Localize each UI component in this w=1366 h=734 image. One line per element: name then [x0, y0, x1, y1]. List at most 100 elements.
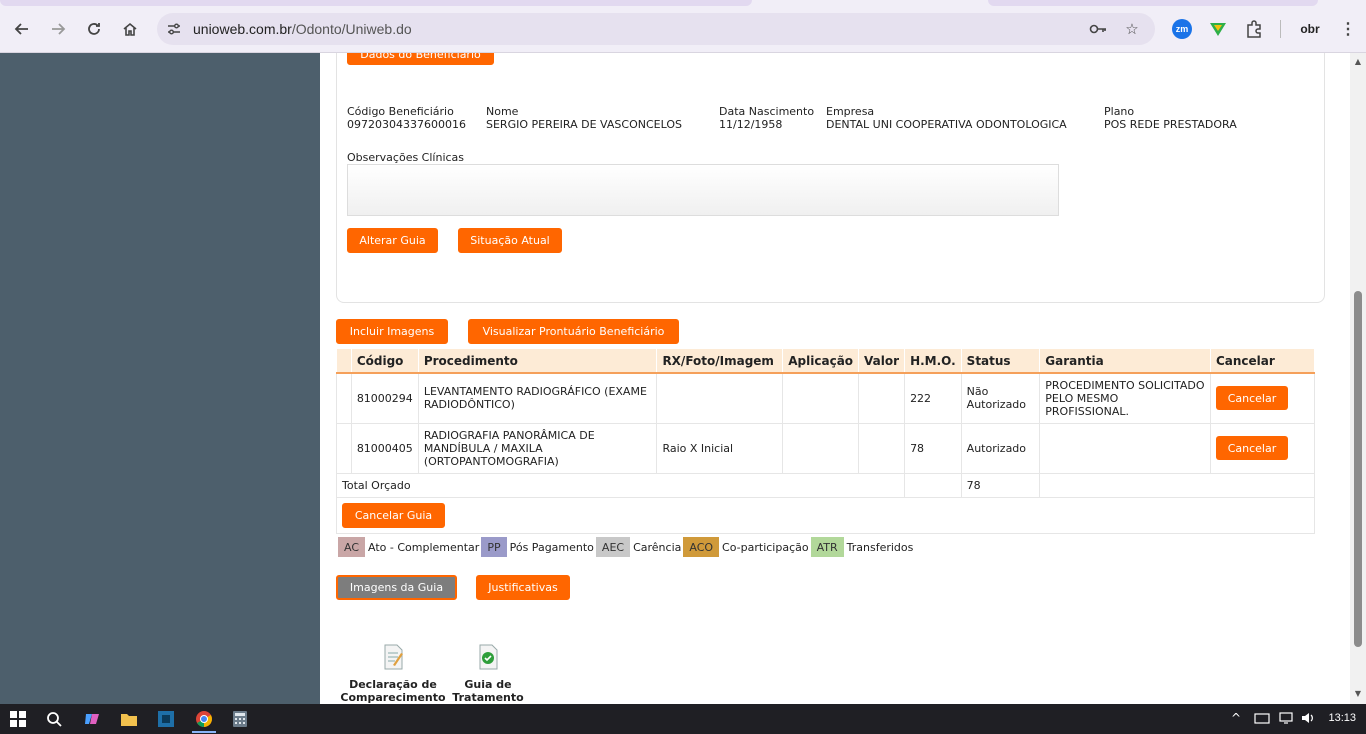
- chrome-icon[interactable]: [193, 709, 215, 729]
- browser-menu-icon[interactable]: ⋮: [1338, 19, 1358, 39]
- name-label: Nome: [486, 105, 519, 118]
- justificativas-button[interactable]: Justificativas: [476, 575, 570, 600]
- cell-codigo: 81000405: [351, 423, 419, 474]
- header-rx: RX/Foto/Imagem: [656, 349, 784, 374]
- left-sidebar: [0, 53, 320, 704]
- cancel-guide-row: Cancelar Guia: [336, 497, 1315, 534]
- obs-textarea[interactable]: [347, 164, 1059, 216]
- table-row: 81000405 RADIOGRAFIA PANORÂMICA DE MANDÍ…: [336, 423, 1316, 474]
- doc-line2: Comparecimento: [340, 691, 446, 704]
- vpn-extension-icon[interactable]: [1208, 19, 1228, 39]
- row-spacer: [336, 423, 352, 474]
- toolbar-divider: [1280, 20, 1281, 38]
- main-content: Dados do Beneficiário Código Beneficiári…: [320, 53, 1342, 704]
- scroll-down-icon[interactable]: ▼: [1353, 689, 1363, 699]
- legend-pp-chip: PP: [481, 537, 507, 557]
- extensions-puzzle-icon[interactable]: [1244, 19, 1264, 39]
- header-garantia: Garantia: [1039, 349, 1211, 374]
- volume-icon[interactable]: [1300, 711, 1316, 728]
- key-icon[interactable]: [1089, 20, 1107, 38]
- document-icon: [384, 644, 403, 670]
- legend-atr-chip: ATR: [810, 537, 844, 557]
- cell-garantia: PROCEDIMENTO SOLICITADO PELO MESMO PROFI…: [1039, 373, 1211, 424]
- company-label: Empresa: [826, 105, 875, 118]
- total-row: Total Orçado 78: [335, 473, 1315, 498]
- clock-time[interactable]: 13:13: [1328, 712, 1356, 724]
- table-header-row: Código Procedimento RX/Foto/Imagem Aplic…: [336, 349, 1316, 374]
- cell-garantia: [1039, 423, 1211, 474]
- cell-aplicacao: [782, 423, 860, 474]
- total-label: Total Orçado: [335, 473, 906, 498]
- doc-line1: Guia de: [464, 678, 512, 691]
- file-explorer-icon[interactable]: [119, 709, 139, 729]
- cell-valor: [858, 373, 906, 424]
- scroll-thumb[interactable]: [1354, 291, 1362, 647]
- total-valor: [904, 473, 962, 498]
- cell-rx: Raio X Inicial: [656, 423, 784, 474]
- table-row: 81000294 LEVANTAMENTO RADIOGRÁFICO (EXAM…: [336, 373, 1316, 424]
- profile-avatar[interactable]: obr: [1298, 19, 1322, 39]
- browser-toolbar: unioweb.com.br/Odonto/Uniweb.do ☆ zm obr…: [0, 0, 1366, 53]
- windows-start-icon[interactable]: [8, 709, 28, 729]
- legend-ac-chip: AC: [338, 537, 366, 557]
- name-value: SERGIO PEREIRA DE VASCONCELOS: [486, 118, 682, 131]
- legend-aco-label: Co-participação: [722, 540, 809, 554]
- scroll-up-icon[interactable]: ▲: [1353, 57, 1363, 67]
- row-spacer: [336, 373, 352, 424]
- tray-chevron-icon[interactable]: ^: [1231, 711, 1241, 725]
- tab-strip-edge: [0, 0, 752, 6]
- back-icon[interactable]: [10, 17, 34, 41]
- cell-rx: [656, 373, 784, 424]
- bookmark-star-icon[interactable]: ☆: [1123, 20, 1141, 38]
- dados-beneficiario-button[interactable]: Dados do Beneficiário: [347, 53, 494, 65]
- incluir-imagens-button[interactable]: Incluir Imagens: [336, 319, 448, 344]
- reload-icon[interactable]: [82, 17, 106, 41]
- birth-value: 11/12/1958: [719, 118, 783, 131]
- forward-icon[interactable]: [46, 17, 70, 41]
- alterar-guia-button[interactable]: Alterar Guia: [347, 228, 438, 253]
- header-aplicacao: Aplicação: [782, 349, 860, 374]
- cell-procedimento: RADIOGRAFIA PANORÂMICA DE MANDÍBULA / MA…: [418, 423, 658, 474]
- total-hmo: 78: [961, 473, 1041, 498]
- code-label: Código Beneficiário: [347, 105, 454, 118]
- obs-label: Observações Clínicas: [347, 151, 465, 164]
- calculator-icon[interactable]: [230, 709, 250, 729]
- header-valor: Valor: [858, 349, 906, 374]
- imagens-da-guia-button[interactable]: Imagens da Guia: [336, 575, 457, 600]
- status-legend: AC Ato - Complementar PP Pós Pagamento A…: [338, 537, 915, 557]
- situacao-atual-button[interactable]: Situação Atual: [458, 228, 562, 253]
- birth-label: Data Nascimento: [719, 105, 815, 118]
- cell-status: Não Autorizado: [961, 373, 1041, 424]
- tab-strip-edge: [988, 0, 1318, 6]
- legend-aco-chip: ACO: [683, 537, 720, 557]
- declaracao-comparecimento-link[interactable]: Declaração de Comparecimento: [338, 643, 448, 704]
- company-value: DENTAL UNI COOPERATIVA ODONTOLOGICA: [826, 118, 1067, 131]
- cancelar-guia-button[interactable]: Cancelar Guia: [342, 502, 445, 528]
- visualizar-prontuario-button[interactable]: Visualizar Prontuário Beneficiário: [468, 319, 679, 344]
- copilot-icon[interactable]: [82, 709, 102, 729]
- url-host: unioweb.com.br: [193, 21, 292, 37]
- address-bar[interactable]: unioweb.com.br/Odonto/Uniweb.do ☆: [157, 13, 1155, 45]
- header-cancelar: Cancelar: [1210, 349, 1316, 374]
- url-text[interactable]: unioweb.com.br/Odonto/Uniweb.do: [193, 21, 412, 37]
- windows-taskbar: ^ 13:13: [0, 704, 1366, 734]
- code-value: 09720304337600016: [347, 118, 466, 131]
- keyboard-icon[interactable]: [1254, 711, 1270, 728]
- page-scrollbar[interactable]: ▲ ▼: [1350, 53, 1366, 704]
- zoom-extension-icon[interactable]: zm: [1172, 19, 1192, 39]
- guia-tratamento-link[interactable]: Guia de Tratamento: [448, 643, 528, 704]
- cell-valor: [858, 423, 906, 474]
- doc-line2: Tratamento: [452, 691, 524, 704]
- network-icon[interactable]: [1278, 711, 1294, 728]
- header-status: Status: [961, 349, 1041, 374]
- cell-hmo: 78: [904, 423, 962, 474]
- cancel-procedure-button[interactable]: Cancelar: [1215, 436, 1288, 460]
- home-icon[interactable]: [118, 17, 142, 41]
- cell-procedimento: LEVANTAMENTO RADIOGRÁFICO (EXAME RADIODÔ…: [418, 373, 658, 424]
- legend-pp-label: Pós Pagamento: [509, 540, 594, 554]
- site-settings-icon[interactable]: [166, 21, 182, 37]
- app-icon[interactable]: [156, 709, 176, 729]
- cancel-procedure-button[interactable]: Cancelar: [1215, 386, 1288, 411]
- search-icon[interactable]: [44, 709, 64, 729]
- total-rest: [1039, 473, 1315, 498]
